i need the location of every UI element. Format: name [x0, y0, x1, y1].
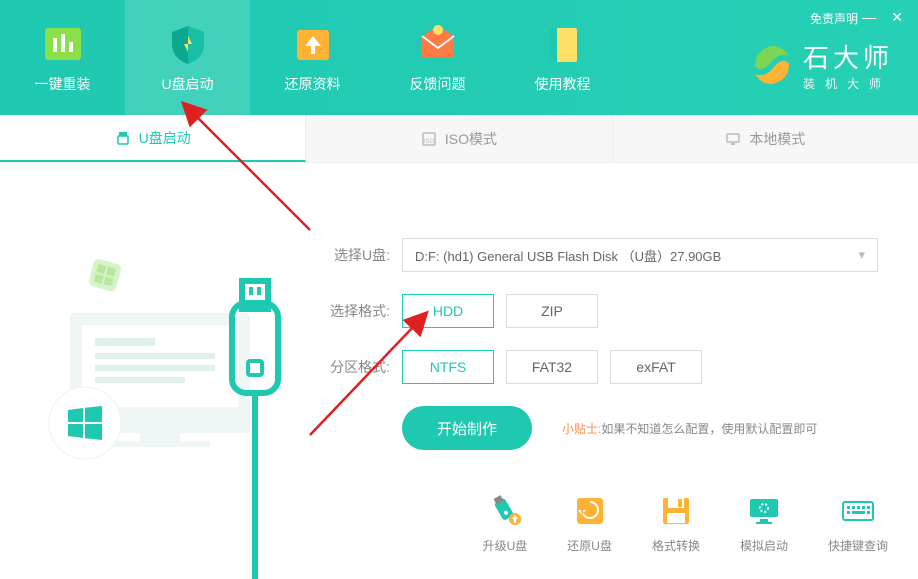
tool-label: 格式转换: [652, 537, 700, 554]
app-logo: 石大师 装机大师: [751, 15, 918, 115]
nav-label: 还原资料: [285, 74, 341, 94]
row-select-format: 选择格式: HDD ZIP: [320, 294, 878, 328]
nav-feedback[interactable]: 反馈问题: [375, 0, 500, 115]
bottom-toolbar: 升级U盘 还原U盘 格式转换 模拟启动 快捷键查询: [483, 493, 888, 554]
illustration-panel: [0, 163, 310, 579]
tab-label: ISO模式: [445, 129, 497, 149]
tool-label: 快捷键查询: [828, 537, 888, 554]
floppy-icon: [658, 493, 694, 529]
tip-text: 小贴士:如果不知道怎么配置，使用默认配置即可: [562, 420, 817, 437]
tab-label: 本地模式: [749, 129, 805, 149]
bar-chart-icon: [41, 22, 85, 66]
nav-usb-boot[interactable]: U盘启动: [125, 0, 250, 115]
label-select-format: 选择格式:: [320, 301, 390, 321]
tab-local-mode[interactable]: 本地模式: [613, 115, 918, 162]
tool-simulate-boot[interactable]: 模拟启动: [740, 493, 788, 554]
partition-fat32[interactable]: FAT32: [506, 350, 598, 384]
usb-illustration-icon: [0, 163, 310, 579]
tip-prefix: 小贴士:: [562, 422, 601, 436]
disclaimer-link[interactable]: 免责声明: [810, 10, 858, 27]
nav-label: U盘启动: [161, 74, 213, 94]
tool-label: 模拟启动: [740, 537, 788, 554]
nav-label: 反馈问题: [410, 74, 466, 94]
logo-title: 石大师: [803, 38, 893, 75]
label-partition-format: 分区格式:: [320, 357, 390, 377]
tab-usb-boot[interactable]: U盘启动: [0, 115, 306, 162]
envelope-icon: [416, 22, 460, 66]
tab-label: U盘启动: [139, 128, 191, 148]
usb-upgrade-icon: [487, 493, 523, 529]
tool-format-convert[interactable]: 格式转换: [652, 493, 700, 554]
tool-upgrade-usb[interactable]: 升级U盘: [483, 493, 528, 554]
format-zip[interactable]: ZIP: [506, 294, 598, 328]
logo-icon: [751, 44, 793, 86]
label-select-usb: 选择U盘:: [320, 245, 390, 265]
sub-tab-bar: U盘启动 ISO ISO模式 本地模式: [0, 115, 918, 163]
nav-label: 使用教程: [535, 74, 591, 94]
book-icon: [541, 22, 585, 66]
chevron-down-icon: ▾: [858, 247, 865, 263]
row-partition-format: 分区格式: NTFS FAT32 exFAT: [320, 350, 878, 384]
tip-body: 如果不知道怎么配置，使用默认配置即可: [601, 422, 817, 436]
format-hdd[interactable]: HDD: [402, 294, 494, 328]
nav-reinstall[interactable]: 一键重装: [0, 0, 125, 115]
iso-icon: ISO: [421, 131, 437, 147]
app-header: 免责声明 — ✕ 一键重装 U盘启动 还原资料 反馈问题 使用教程: [0, 0, 918, 115]
partition-ntfs[interactable]: NTFS: [402, 350, 494, 384]
tab-iso-mode[interactable]: ISO ISO模式: [306, 115, 612, 162]
tool-label: 升级U盘: [483, 537, 528, 554]
tool-shortcut-query[interactable]: 快捷键查询: [828, 493, 888, 554]
usb-select-value: D:F: (hd1) General USB Flash Disk （U盘）27…: [415, 246, 721, 265]
close-button[interactable]: ✕: [891, 10, 903, 24]
minimize-button[interactable]: —: [862, 10, 876, 24]
usb-icon: [115, 130, 131, 146]
row-select-usb: 选择U盘: D:F: (hd1) General USB Flash Disk …: [320, 238, 878, 272]
tool-restore-usb[interactable]: 还原U盘: [567, 493, 612, 554]
nav-label: 一键重装: [35, 74, 91, 94]
monitor-boot-icon: [746, 493, 782, 529]
start-button[interactable]: 开始制作: [402, 406, 532, 450]
tool-label: 还原U盘: [567, 537, 612, 554]
monitor-icon: [725, 131, 741, 147]
window-controls: — ✕: [862, 10, 903, 24]
row-start: 开始制作 小贴士:如果不知道怎么配置，使用默认配置即可: [402, 406, 878, 450]
partition-exfat[interactable]: exFAT: [610, 350, 702, 384]
keyboard-icon: [840, 493, 876, 529]
nav-tutorial[interactable]: 使用教程: [500, 0, 625, 115]
nav-restore[interactable]: 还原资料: [250, 0, 375, 115]
shield-icon: [166, 22, 210, 66]
logo-subtitle: 装机大师: [803, 75, 893, 92]
restore-icon: [572, 493, 608, 529]
upload-box-icon: [291, 22, 335, 66]
svg-text:ISO: ISO: [424, 139, 435, 145]
usb-select[interactable]: D:F: (hd1) General USB Flash Disk （U盘）27…: [402, 238, 878, 272]
